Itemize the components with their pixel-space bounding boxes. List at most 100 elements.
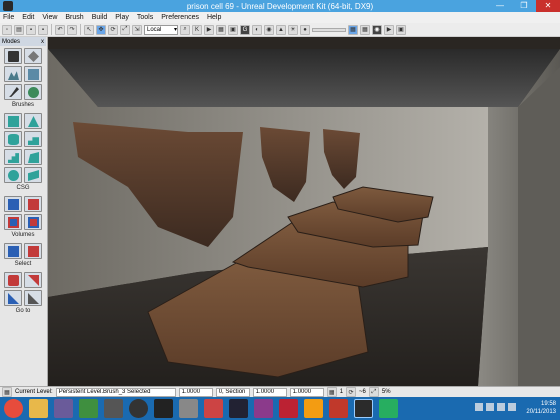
media-taskbar-icon[interactable]	[104, 399, 123, 418]
sheet-brush-button[interactable]	[4, 167, 22, 183]
volumetric-brush-button[interactable]	[24, 167, 42, 183]
game-taskbar-icon[interactable]	[204, 399, 223, 418]
camera-icon[interactable]: ◉	[264, 24, 274, 35]
lock-icon[interactable]: ▲	[276, 24, 286, 35]
play-on-pc-icon[interactable]: ▶	[384, 24, 394, 35]
tray-arrow-icon[interactable]	[475, 403, 483, 411]
steam-taskbar-icon[interactable]	[154, 399, 173, 418]
minimize-button[interactable]: —	[488, 0, 512, 12]
save-icon[interactable]: ▪	[26, 24, 36, 35]
build-icon[interactable]: ▦	[348, 24, 358, 35]
play-in-editor-icon[interactable]: ◉	[372, 24, 382, 35]
select-mode-icon[interactable]: ↖	[84, 24, 94, 35]
current-level-field[interactable]: Persistent Level.Brush_3 Selected	[55, 387, 176, 397]
add-special-button[interactable]	[24, 243, 42, 259]
menu-preferences[interactable]: Preferences	[161, 14, 199, 21]
game-icon[interactable]: G	[240, 24, 250, 35]
obs-taskbar-icon[interactable]	[129, 399, 148, 418]
app3-taskbar-icon[interactable]	[254, 399, 273, 418]
show-all-button[interactable]	[24, 290, 42, 306]
status-field-5[interactable]: 1.0000	[289, 387, 324, 397]
camera-mode-button[interactable]	[4, 48, 22, 64]
tray-network-icon[interactable]	[486, 403, 494, 411]
drag-grid-icon[interactable]: ▦	[2, 387, 12, 397]
cylinder-brush-button[interactable]	[4, 131, 22, 147]
menu-brush[interactable]: Brush	[65, 14, 83, 21]
scale-icon[interactable]: ⤢	[120, 24, 130, 35]
clock[interactable]: 19:58 20/11/2013	[526, 400, 556, 416]
add-volume-button[interactable]	[4, 243, 22, 259]
menu-help[interactable]: Help	[207, 14, 221, 21]
undo-icon[interactable]: ↶	[55, 24, 65, 35]
cone-brush-button[interactable]	[24, 113, 42, 129]
minecraft-taskbar-icon[interactable]	[79, 399, 98, 418]
invert-selection-button[interactable]	[4, 290, 22, 306]
hide-selected-button[interactable]	[24, 272, 42, 288]
modes-close-icon[interactable]: x	[41, 39, 44, 45]
app6-taskbar-icon[interactable]	[379, 399, 398, 418]
app-taskbar-icon[interactable]	[54, 399, 73, 418]
new-map-icon[interactable]: ▫	[2, 24, 12, 35]
tool-taskbar-icon[interactable]	[179, 399, 198, 418]
open-icon[interactable]: ▤	[14, 24, 24, 35]
app2-taskbar-icon[interactable]	[229, 399, 248, 418]
menu-build[interactable]: Build	[92, 14, 108, 21]
user-icon[interactable]: ●	[300, 24, 310, 35]
percent-value: 5%	[381, 389, 391, 395]
nonuniform-scale-icon[interactable]: ⇲	[132, 24, 142, 35]
rendering-slider[interactable]	[312, 27, 346, 32]
grid-icon[interactable]: ▦	[326, 387, 337, 397]
cube-brush-button[interactable]	[4, 113, 22, 129]
save-all-icon[interactable]: ▪	[38, 24, 48, 35]
maximize-button[interactable]: ❐	[512, 0, 536, 12]
chrome-taskbar-icon[interactable]	[4, 399, 23, 418]
tray-volume-icon[interactable]	[497, 403, 505, 411]
curved-stair-brush-button[interactable]	[24, 131, 42, 147]
status-field-2[interactable]: 1.0000	[178, 387, 213, 397]
terrain-mode-button[interactable]	[4, 66, 22, 82]
close-button[interactable]: ✕	[536, 0, 560, 12]
csg-deintersect-button[interactable]	[24, 214, 42, 230]
menu-file[interactable]: File	[3, 14, 14, 21]
csg-add-button[interactable]	[4, 196, 22, 212]
spiral-stair-brush-button[interactable]	[24, 149, 42, 165]
csg-intersect-button[interactable]	[4, 214, 22, 230]
status-field-4[interactable]: 1.0000	[252, 387, 287, 397]
search-icon[interactable]: ⌕	[180, 24, 190, 35]
translate-icon[interactable]: ✥	[96, 24, 106, 35]
menu-view[interactable]: View	[42, 14, 57, 21]
rotation-snap-icon[interactable]: ⟳	[346, 387, 357, 397]
scale-snap-icon[interactable]: ⤢	[368, 387, 379, 397]
geometry-mode-button[interactable]	[24, 48, 42, 64]
rotate-icon[interactable]: ⟳	[108, 24, 118, 35]
toggle-icon[interactable]: ◐	[252, 24, 262, 35]
matinee-icon[interactable]: ▶	[204, 24, 214, 35]
app4-taskbar-icon[interactable]	[279, 399, 298, 418]
content-browser-icon[interactable]: ▦	[216, 24, 226, 35]
kismet-icon[interactable]: K	[192, 24, 202, 35]
menu-tools[interactable]: Tools	[137, 14, 153, 21]
menu-play[interactable]: Play	[115, 14, 129, 21]
toolbar-divider	[80, 24, 81, 35]
tray-battery-icon[interactable]	[508, 403, 516, 411]
light-icon[interactable]: ☀	[288, 24, 298, 35]
foliage-mode-button[interactable]	[24, 84, 42, 100]
vlc-taskbar-icon[interactable]	[304, 399, 323, 418]
cook-icon[interactable]: ▣	[396, 24, 406, 35]
csg-subtract-button[interactable]	[24, 196, 42, 212]
status-field-3[interactable]: 0, Section	[215, 387, 250, 397]
linear-stair-brush-button[interactable]	[4, 149, 22, 165]
mesh-paint-button[interactable]	[4, 84, 22, 100]
app5-taskbar-icon[interactable]	[329, 399, 348, 418]
perspective-viewport[interactable]	[48, 37, 560, 386]
menu-edit[interactable]: Edit	[22, 14, 34, 21]
show-selected-button[interactable]	[4, 272, 22, 288]
udk-taskbar-icon[interactable]	[354, 399, 373, 418]
build-all-icon[interactable]: ▦	[360, 24, 370, 35]
generic-browser-icon[interactable]: ▣	[228, 24, 238, 35]
texture-mode-button[interactable]	[24, 66, 42, 82]
csg-subtract-icon	[28, 199, 39, 210]
file-explorer-taskbar-icon[interactable]	[29, 399, 48, 418]
coordinate-system-dropdown[interactable]: Local ▾	[144, 24, 178, 35]
redo-icon[interactable]: ↷	[67, 24, 77, 35]
